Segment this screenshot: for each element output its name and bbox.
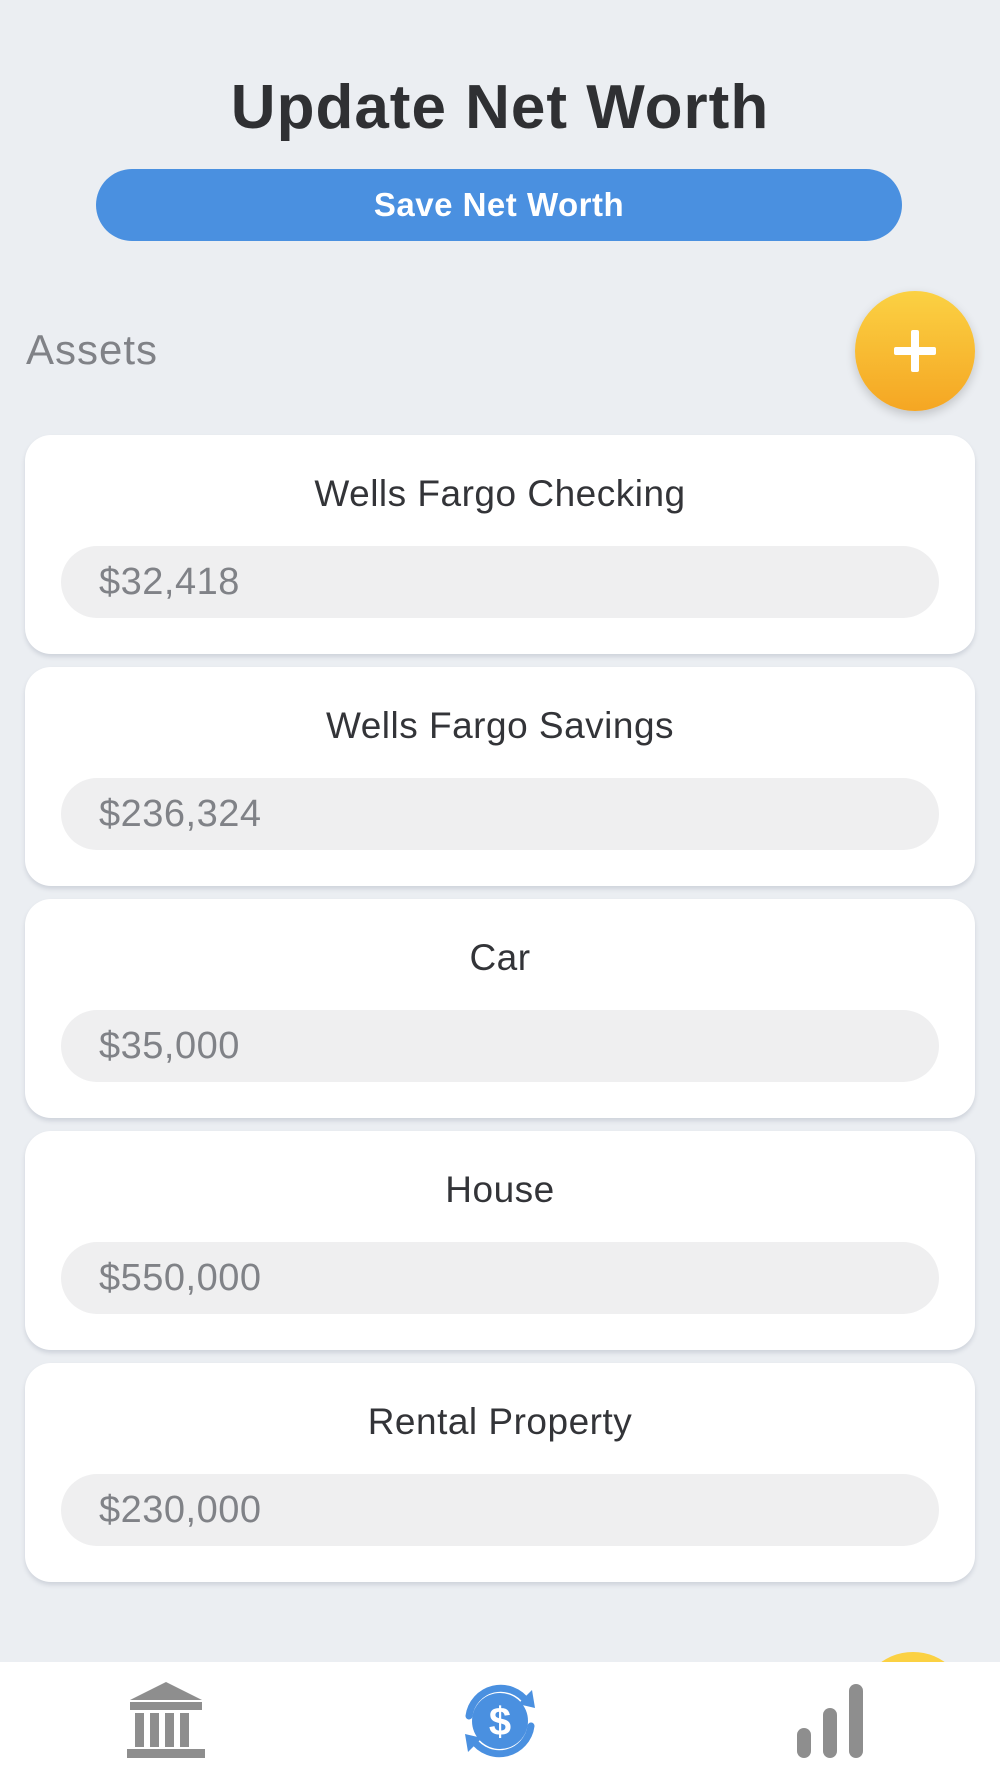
- asset-name: House: [445, 1169, 555, 1210]
- save-net-worth-button[interactable]: Save Net Worth: [96, 169, 902, 241]
- svg-text:$: $: [489, 1700, 511, 1744]
- dollar-refresh-icon: $: [465, 1684, 535, 1758]
- asset-name: Car: [469, 937, 531, 978]
- asset-value-input[interactable]: [61, 778, 939, 850]
- tab-stats[interactable]: [787, 1676, 877, 1766]
- bar-chart-icon: [797, 1684, 863, 1758]
- tab-bar: $: [0, 1662, 1000, 1778]
- asset-value-input[interactable]: [61, 1242, 939, 1314]
- page-title: Update Net Worth: [230, 73, 770, 142]
- asset-name: Rental Property: [367, 1401, 633, 1442]
- asset-card: Rental Property: [25, 1363, 975, 1582]
- asset-card: Wells Fargo Savings: [25, 667, 975, 886]
- asset-value-input[interactable]: [61, 546, 939, 618]
- tab-update-net-worth[interactable]: $: [455, 1676, 545, 1766]
- asset-name: Wells Fargo Checking: [314, 473, 686, 514]
- asset-list: Wells Fargo Checking Wells Fargo Savings…: [25, 435, 975, 1595]
- asset-value-input[interactable]: [61, 1010, 939, 1082]
- asset-card: House: [25, 1131, 975, 1350]
- tab-accounts[interactable]: [121, 1676, 211, 1766]
- asset-name: Wells Fargo Savings: [325, 705, 675, 746]
- asset-value-input[interactable]: [61, 1474, 939, 1546]
- asset-card: Wells Fargo Checking: [25, 435, 975, 654]
- assets-section-label: Assets: [26, 326, 159, 373]
- plus-icon: [894, 330, 936, 372]
- add-asset-button[interactable]: [855, 291, 975, 411]
- asset-card: Car: [25, 899, 975, 1118]
- bank-icon: [127, 1682, 205, 1758]
